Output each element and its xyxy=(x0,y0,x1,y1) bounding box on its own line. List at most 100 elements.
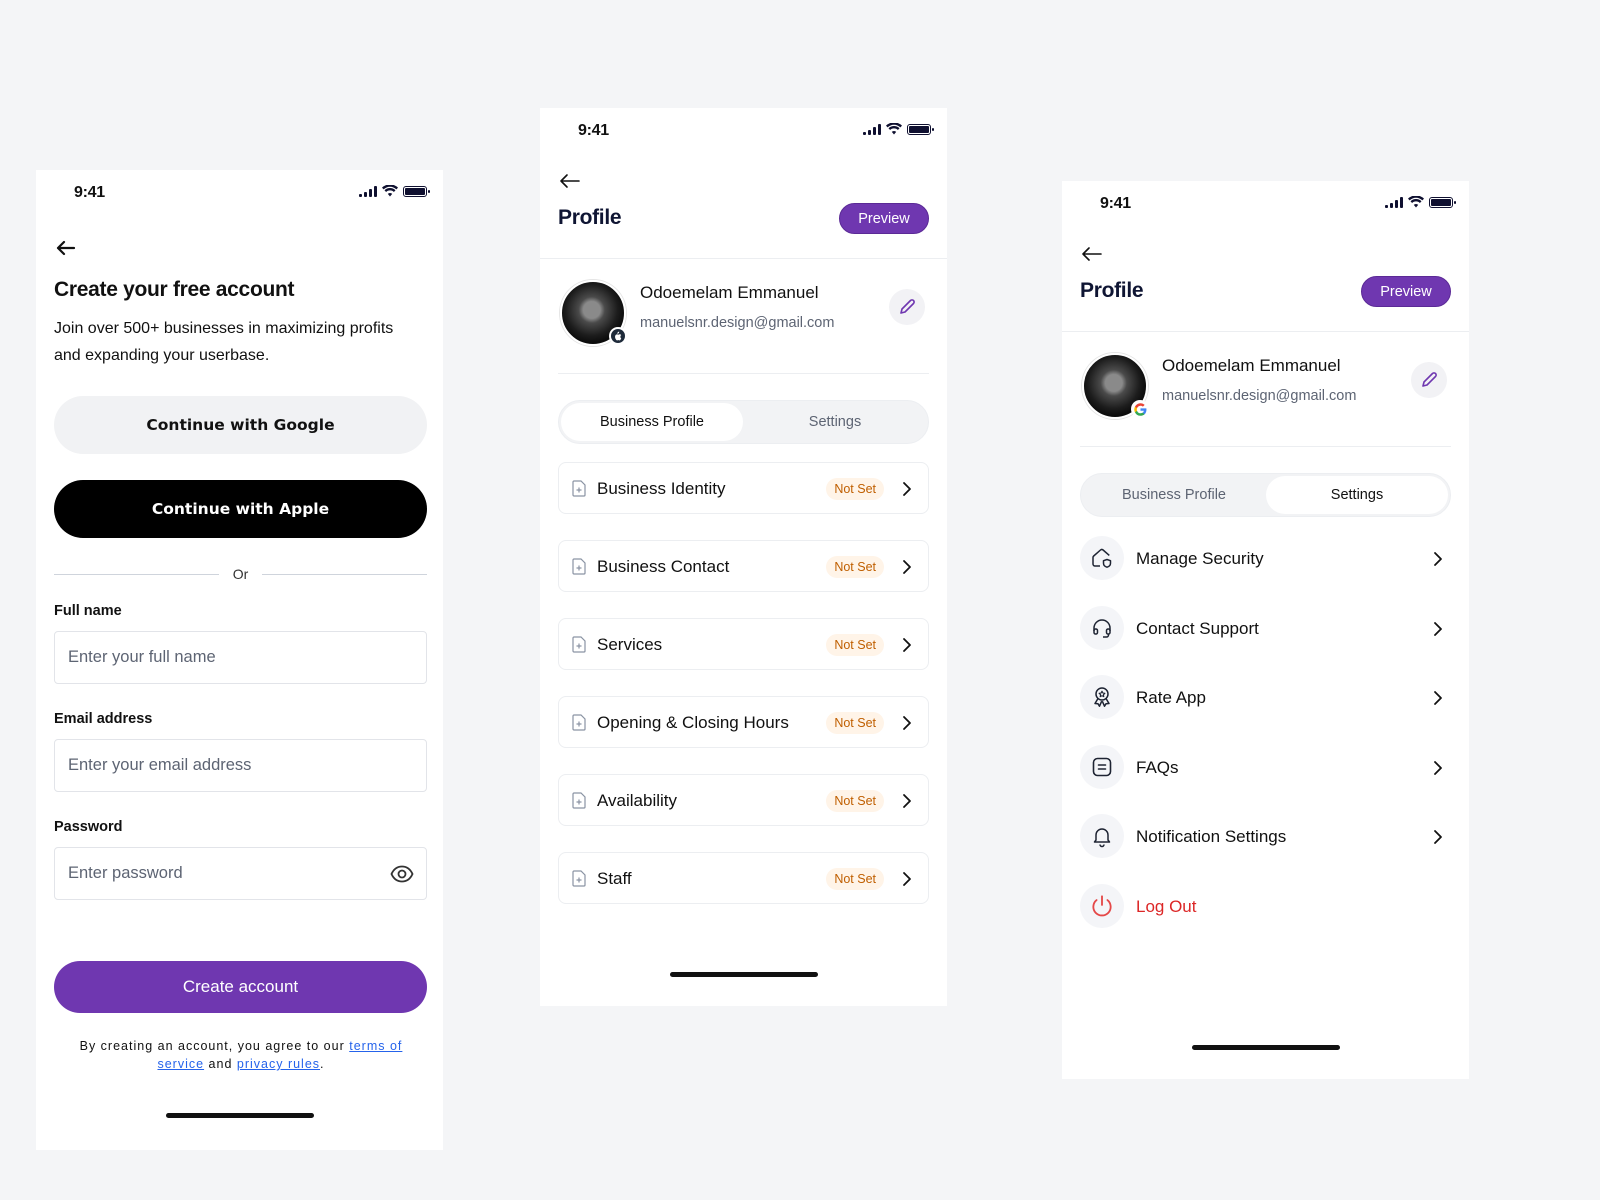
status-badge: Not Set xyxy=(826,634,884,656)
tab-business-profile[interactable]: Business Profile xyxy=(561,403,743,441)
back-arrow-icon[interactable] xyxy=(54,238,78,258)
chevron-right-icon xyxy=(1434,552,1442,566)
settings-item[interactable]: FAQs xyxy=(1080,744,1451,791)
item-label: Business Contact xyxy=(597,557,730,576)
settings-item[interactable]: Contact Support xyxy=(1080,605,1451,652)
status-badge: Not Set xyxy=(826,790,884,812)
settings-item[interactable]: Log Out xyxy=(1080,883,1451,930)
legal-suffix: . xyxy=(320,1057,325,1071)
status-badge: Not Set xyxy=(826,868,884,890)
chevron-right-icon xyxy=(903,560,911,574)
business-profile-item[interactable]: Opening & Closing Hours Not Set xyxy=(558,696,929,748)
password-field[interactable] xyxy=(54,847,427,900)
avatar xyxy=(1082,353,1149,419)
bell-icon xyxy=(1080,814,1124,858)
full-name-label: Full name xyxy=(54,603,122,619)
battery-icon xyxy=(403,185,430,197)
home-indicator xyxy=(1191,1045,1340,1050)
or-divider: Or xyxy=(54,566,427,582)
chevron-right-icon xyxy=(903,716,911,730)
status-bar: 9:41 xyxy=(36,170,443,220)
shield-home-icon xyxy=(1080,536,1124,580)
chevron-right-icon xyxy=(1434,830,1442,844)
battery-icon xyxy=(907,123,934,135)
preview-button[interactable]: Preview xyxy=(839,203,929,234)
chevron-right-icon xyxy=(903,794,911,808)
back-arrow-icon[interactable] xyxy=(558,171,582,191)
status-bar: 9:41 xyxy=(1062,181,1469,231)
status-time: 9:41 xyxy=(1100,195,1131,212)
award-badge-icon xyxy=(1080,675,1124,719)
legal-prefix: By creating an account, you agree to our xyxy=(79,1039,350,1053)
avatar xyxy=(560,280,627,346)
business-profile-item[interactable]: Services Not Set xyxy=(558,618,929,670)
item-label: Contact Support xyxy=(1136,618,1259,638)
privacy-link[interactable]: privacy rules xyxy=(237,1057,320,1071)
full-name-input[interactable] xyxy=(55,632,426,683)
legal-text: By creating an account, you agree to our… xyxy=(66,1037,416,1073)
user-email: manuelsnr.design@gmail.com xyxy=(640,315,835,331)
edit-profile-button[interactable] xyxy=(1411,362,1447,398)
preview-button[interactable]: Preview xyxy=(1361,276,1451,307)
item-label: Manage Security xyxy=(1136,549,1264,568)
full-name-field[interactable] xyxy=(54,631,427,684)
power-icon xyxy=(1080,883,1124,928)
eye-icon[interactable] xyxy=(390,863,414,885)
headset-icon xyxy=(1080,605,1124,650)
wifi-icon xyxy=(1408,196,1424,208)
item-label: Opening & Closing Hours xyxy=(597,713,789,732)
email-label: Email address xyxy=(54,711,153,727)
email-field[interactable] xyxy=(54,739,427,792)
tab-settings[interactable]: Settings xyxy=(1266,476,1448,514)
email-input[interactable] xyxy=(55,740,426,791)
item-label: Notification Settings xyxy=(1136,827,1287,846)
item-label: FAQs xyxy=(1136,757,1179,777)
page-title: Profile xyxy=(558,206,622,229)
profile-business-screen: 9:41 Profile Preview Odoemelam Emmanuel … xyxy=(540,108,947,1006)
tab-settings[interactable]: Settings xyxy=(744,403,926,441)
page-title: Create your free account xyxy=(54,278,295,301)
google-badge-icon xyxy=(1131,400,1149,418)
document-add-icon xyxy=(572,792,586,809)
status-badge: Not Set xyxy=(826,712,884,734)
cellular-signal-icon xyxy=(1385,196,1403,208)
tab-business-profile[interactable]: Business Profile xyxy=(1083,476,1265,514)
item-label: Services xyxy=(597,635,663,654)
password-input[interactable] xyxy=(55,848,426,899)
chevron-right-icon xyxy=(903,482,911,496)
cellular-signal-icon xyxy=(359,185,377,197)
item-label: Rate App xyxy=(1136,688,1206,707)
chevron-right-icon xyxy=(1434,621,1442,636)
status-time: 9:41 xyxy=(578,122,609,139)
header-divider xyxy=(540,258,947,259)
pencil-icon xyxy=(1422,372,1437,387)
status-bar: 9:41 xyxy=(540,108,947,158)
settings-item[interactable]: Notification Settings xyxy=(1080,814,1451,860)
section-divider xyxy=(1080,446,1451,447)
back-arrow-icon[interactable] xyxy=(1080,244,1104,264)
chevron-right-icon xyxy=(1434,760,1442,775)
continue-with-google-button[interactable]: Continue with Google xyxy=(54,396,427,454)
profile-tabs: Business Profile Settings xyxy=(558,400,929,444)
continue-with-apple-button[interactable]: Continue with Apple xyxy=(54,480,427,538)
document-add-icon xyxy=(572,636,586,653)
page-title: Profile xyxy=(1080,279,1144,302)
section-divider xyxy=(558,373,929,374)
settings-item[interactable]: Manage Security xyxy=(1080,536,1451,582)
chevron-right-icon xyxy=(903,638,911,652)
status-badge: Not Set xyxy=(826,478,884,500)
status-badge: Not Set xyxy=(826,556,884,578)
business-profile-item[interactable]: Business Identity Not Set xyxy=(558,462,929,514)
document-add-icon xyxy=(572,870,586,887)
item-label: Business Identity xyxy=(597,479,726,498)
header-divider xyxy=(1062,331,1469,332)
user-name: Odoemelam Emmanuel xyxy=(1162,356,1341,375)
settings-item[interactable]: Rate App xyxy=(1080,675,1451,721)
business-profile-item[interactable]: Availability Not Set xyxy=(558,774,929,826)
item-label: Availability xyxy=(597,791,678,810)
edit-profile-button[interactable] xyxy=(889,289,925,325)
business-profile-item[interactable]: Business Contact Not Set xyxy=(558,540,929,592)
business-profile-item[interactable]: Staff Not Set xyxy=(558,852,929,904)
create-account-button[interactable]: Create account xyxy=(54,961,427,1013)
item-label: Log Out xyxy=(1136,896,1197,916)
